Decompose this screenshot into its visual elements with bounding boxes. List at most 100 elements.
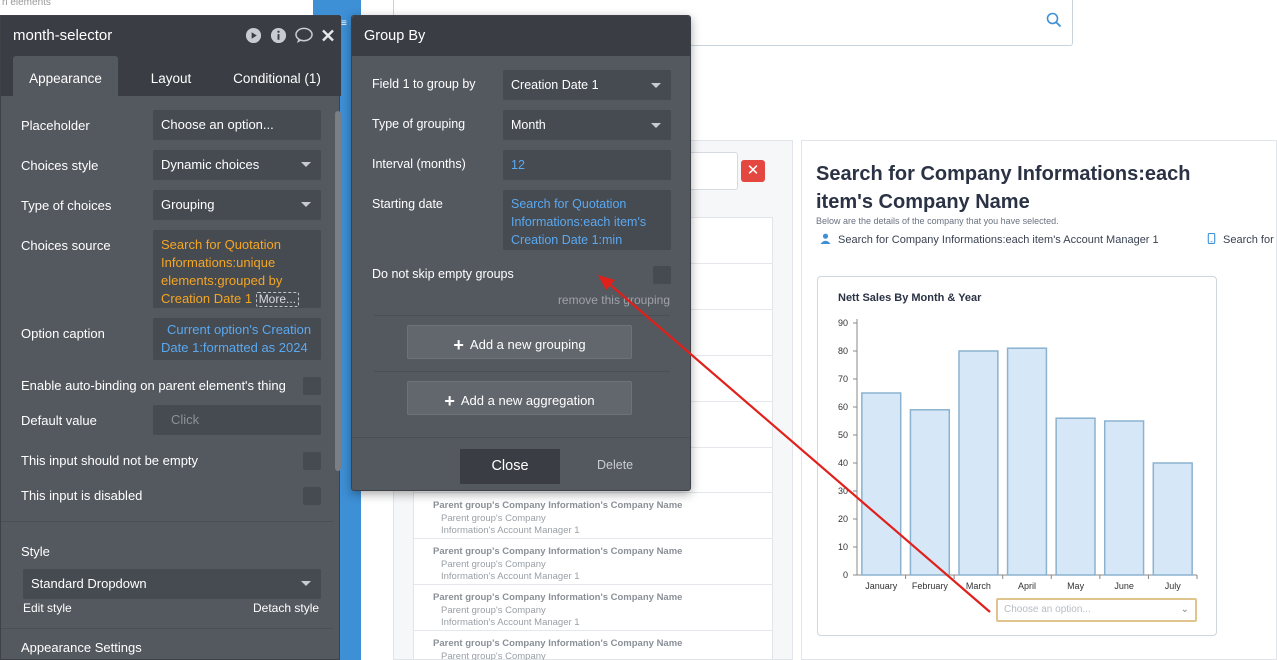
type-of-grouping-label: Type of grouping [372, 117, 466, 131]
bar [1103, 420, 1145, 576]
preview-icon[interactable] [245, 27, 262, 44]
tab-layout[interactable]: Layout [139, 56, 203, 96]
delete-button[interactable]: Delete [597, 458, 633, 472]
appearance-settings-label[interactable]: Appearance Settings [21, 640, 142, 655]
add-aggregation-button[interactable]: + Add a new aggregation [407, 381, 632, 415]
list-item-title: Parent group's Company Information's Com… [433, 546, 683, 557]
starting-date-label: Starting date [372, 197, 443, 211]
menu-icon: ≡ [341, 18, 347, 29]
field-to-group-label: Field 1 to group by [372, 77, 476, 91]
type-of-choices-label: Type of choices [21, 198, 112, 213]
plus-icon: + [444, 391, 455, 411]
option-caption-label: Option caption [21, 326, 105, 341]
remove-grouping-link[interactable]: remove this grouping [558, 293, 670, 307]
phone-icon [1207, 233, 1216, 244]
more-button[interactable]: More... [255, 292, 300, 307]
bar [1006, 347, 1048, 576]
placeholder-input[interactable]: Choose an option... [153, 110, 321, 140]
chevron-down-icon [301, 202, 311, 207]
chevron-down-icon [301, 581, 311, 586]
bar [909, 409, 951, 576]
elements-tree-fragment: ri elements [0, 0, 340, 15]
list-item[interactable]: Parent group's Company Information's Com… [414, 493, 772, 539]
x-tick-label: January [865, 581, 898, 591]
scrollbar[interactable] [335, 111, 341, 471]
style-dropdown[interactable]: Standard Dropdown [23, 569, 321, 599]
phone-info: Search for [1206, 233, 1274, 246]
auto-binding-checkbox[interactable] [303, 377, 321, 395]
style-label: Style [21, 544, 50, 559]
y-tick-label: 20 [838, 514, 848, 524]
field-to-group-dropdown[interactable]: Creation Date 1 [503, 70, 671, 100]
y-tick-label: 50 [838, 430, 848, 440]
x-tick-label: April [1018, 581, 1036, 591]
bar-chart: 0 10 20 30 40 50 60 70 80 90 January February March A… [838, 318, 1198, 591]
account-manager-text: Search for Company Informations:each ite… [838, 234, 1159, 246]
list-item[interactable]: Parent group's Company Information's Com… [414, 631, 772, 660]
option-caption-expression[interactable]: Current option's Creation Date 1:formatt… [153, 318, 321, 360]
clear-button[interactable]: ✕ [741, 160, 765, 182]
list-item[interactable]: Parent group's Company Information's Com… [414, 585, 772, 631]
bar [1152, 462, 1193, 576]
chart-month-select[interactable]: Choose an option... ⌄ [996, 598, 1197, 622]
x-tick-label: March [966, 581, 991, 591]
list-item-title: Parent group's Company Information's Com… [433, 500, 683, 511]
list-item-line: Parent group's Company [441, 559, 546, 570]
not-empty-checkbox[interactable] [303, 452, 321, 470]
group-by-dialog: Group By Field 1 to group by Creation Da… [351, 15, 691, 491]
bar [1055, 417, 1096, 576]
info-icon[interactable] [270, 27, 287, 44]
dialog-footer: Close Delete [352, 437, 690, 491]
element-name[interactable]: month-selector [13, 27, 112, 44]
list-item-line: Information's Account Manager 1 [441, 617, 580, 628]
search-icon[interactable] [1046, 12, 1062, 28]
choices-style-value: Dynamic choices [161, 157, 260, 172]
tab-appearance[interactable]: Appearance [13, 56, 118, 96]
edit-style-link[interactable]: Edit style [23, 601, 72, 615]
interval-input[interactable]: 12 [503, 150, 671, 180]
y-tick-label: 70 [838, 374, 848, 384]
phone-text: Search for [1223, 234, 1274, 246]
interval-label: Interval (months) [372, 157, 466, 171]
chart-select-placeholder: Choose an option... [1004, 604, 1091, 615]
type-of-choices-value: Grouping [161, 197, 215, 212]
starting-date-expression[interactable]: Search for Quotation Informations:each i… [503, 190, 671, 250]
list-item-line: Information's Account Manager 1 [441, 525, 580, 536]
tab-conditional[interactable]: Conditional (1) [225, 56, 329, 96]
choices-style-dropdown[interactable]: Dynamic choices [153, 150, 321, 180]
list-item-line: Parent group's Company [441, 513, 546, 524]
property-editor-header: month-selector [1, 16, 341, 56]
account-manager: Search for Company Informations:each ite… [820, 233, 1159, 246]
placeholder-label: Placeholder [21, 118, 90, 133]
list-item-title: Parent group's Company Information's Com… [433, 638, 683, 649]
detach-style-link[interactable]: Detach style [253, 601, 319, 615]
style-value: Standard Dropdown [31, 576, 147, 591]
group-by-header: Group By [352, 16, 690, 56]
choices-source-expression[interactable]: Search for Quotation Informations:unique… [153, 230, 321, 308]
list-item-line: Information's Account Manager 1 [441, 571, 580, 582]
company-title: Search for Company Informations:each ite… [816, 163, 1191, 213]
bar [861, 392, 902, 576]
x-tick-label: July [1165, 581, 1182, 591]
divider [1, 628, 333, 629]
list-item-title: Parent group's Company Information's Com… [433, 592, 683, 603]
list-item[interactable]: Parent group's Company Information's Com… [414, 539, 772, 585]
chevron-down-icon: ⌄ [1180, 604, 1189, 615]
type-of-grouping-dropdown[interactable]: Month [503, 110, 671, 140]
skip-empty-checkbox[interactable] [653, 266, 671, 284]
y-tick-label: 0 [843, 570, 848, 580]
type-of-grouping-value: Month [511, 118, 546, 132]
type-of-choices-dropdown[interactable]: Grouping [153, 190, 321, 220]
default-value-label: Default value [21, 413, 97, 428]
disabled-checkbox[interactable] [303, 487, 321, 505]
y-tick-label: 60 [838, 402, 848, 412]
not-empty-label: This input should not be empty [21, 453, 199, 468]
add-grouping-button[interactable]: + Add a new grouping [407, 325, 632, 359]
close-button[interactable]: Close [460, 449, 560, 484]
default-value-input[interactable]: Click [153, 405, 321, 435]
list-item-line: Parent group's Company [441, 651, 546, 660]
close-icon[interactable] [321, 27, 335, 44]
choices-source-label: Choices source [21, 238, 111, 253]
plus-icon: + [453, 335, 464, 355]
comment-icon[interactable] [294, 27, 314, 44]
